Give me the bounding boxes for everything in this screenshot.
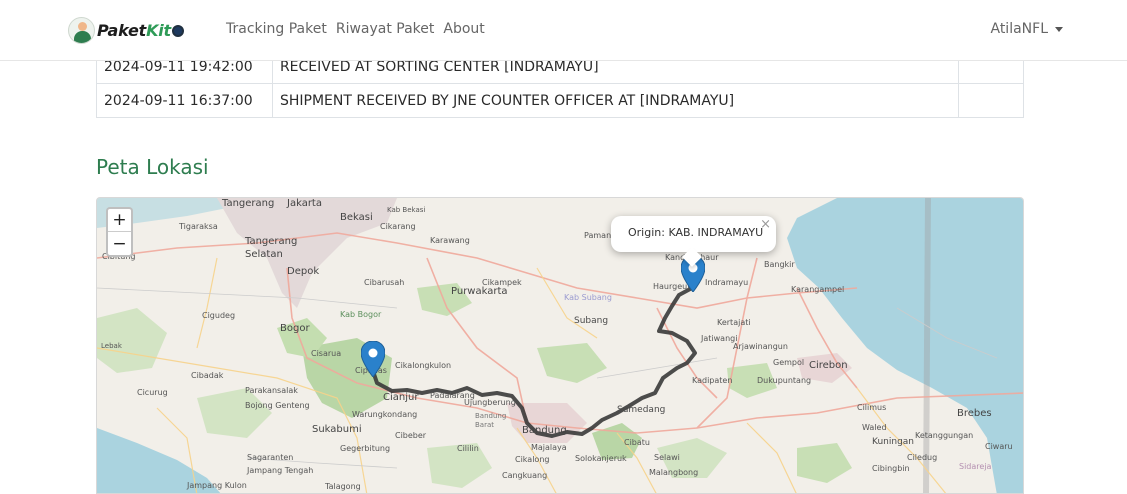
map-label: Selawi [654,453,680,462]
user-name: AtilaNFL [990,21,1048,37]
section-title-peta-lokasi: Peta Lokasi [96,155,209,179]
map-label: Jatiwangi [701,334,738,343]
map-label: Majalaya [531,443,567,452]
map-label: Brebes [957,408,992,419]
zoom-out-button[interactable]: − [108,232,131,255]
map-label: Lebak [101,342,122,350]
map-label: Cibingbin [872,464,910,473]
map-label: Kertajati [717,318,751,327]
brand-name: PaketKit [97,21,172,40]
map-label: Gempol [773,358,805,367]
map-label: Ketanggungan [915,431,974,440]
table-row: 2024-09-11 16:37:00 SHIPMENT RECEIVED BY… [96,83,1024,118]
destination-marker-icon[interactable] [361,341,385,377]
map-label: Cigudeg [202,311,236,320]
map-label: Gegerbitung [340,444,391,453]
map-label: Jampang Tengah [247,466,314,475]
map-label: Cikalong [515,455,550,464]
globe-icon [172,24,185,37]
map-label: Sumedang [617,405,666,415]
map-label: Bekasi [340,212,373,223]
nav-links: Tracking Paket Riwayat Paket About [226,21,494,37]
map-label: Ujungberung [464,398,516,407]
map-label: Subang [574,316,609,326]
map-label: Cicurug [137,388,168,397]
origin-popup: Origin: KAB. INDRAMAYU × [611,216,776,267]
map-label: Cisarua [311,349,342,358]
map-label: Tigaraksa [179,222,218,231]
location-map[interactable]: Tangerang Jakarta Bekasi Kab Bekasi Tiga… [96,197,1024,494]
map-label: Sukabumi [312,424,362,435]
nav-link-about[interactable]: About [443,21,484,37]
map-label: Waled [862,423,887,432]
map-label: Cianjur [383,392,419,403]
user-dropdown[interactable]: AtilaNFL [990,21,1063,37]
map-label: Parakansalak [245,386,298,395]
chevron-down-icon [1055,27,1063,32]
zoom-control: + − [106,207,133,257]
map-label: Cibeber [395,431,427,440]
map-label: Dukupuntang [757,376,812,385]
map-label: Bandung Barat [475,412,507,429]
map-label: Bandung [522,425,567,436]
map-label: Malangbong [649,468,699,477]
navbar: PaketKit Tracking Paket Riwayat Paket Ab… [0,0,1127,61]
map-label: Warungkondang [352,410,418,419]
row-extra [958,83,1024,118]
map-label: Kab Bogor [340,310,382,319]
map-label: Talagong [325,482,361,491]
map-label: Jampang Kulon [187,481,247,490]
nav-link-tracking-paket[interactable]: Tracking Paket [226,21,327,37]
map-label: Kab Subang [564,293,612,302]
map-label: Jakarta [287,198,322,209]
map-label: Solokanjeruk [575,454,627,463]
map-label: Cirebon [809,360,848,371]
close-icon[interactable]: × [760,217,771,232]
map-label: Ciwaru [985,442,1013,451]
map-label: Bogor [280,323,310,334]
map-label: Karawang [430,236,470,245]
map-label: Cikarang [380,222,416,231]
map-label: Cangkuang [502,471,548,480]
map-label: Depok [287,266,320,277]
map-label: Cilimus [857,403,887,412]
map-label: Kadipaten [692,376,733,385]
row-datetime: 2024-09-11 16:37:00 [96,83,273,118]
map-label: Ciledug [907,453,938,462]
map-label: Sagaranten [247,453,294,462]
row-description: SHIPMENT RECEIVED BY JNE COUNTER OFFICER… [271,83,960,118]
popup-text: Origin: KAB. INDRAMAYU [628,226,764,239]
map-label: Bojong Genteng [245,401,310,410]
nav-link-riwayat-paket[interactable]: Riwayat Paket [336,21,435,37]
map-label: Cibadak [191,371,224,380]
map-label: Cibarusah [364,278,405,287]
map-label: Tangerang [222,198,275,209]
map-label: Karangampel [791,285,845,294]
map-label: Purwakarta [451,286,508,297]
map-label: Cililin [457,444,479,453]
brand-logo-link[interactable]: PaketKit [68,17,185,44]
map-label: Sidareja [959,462,992,471]
map-label: Tangerang Selatan [245,236,298,260]
map-label: Kab Bekasi [387,206,426,214]
map-label: Kuningan [872,437,914,447]
zoom-in-button[interactable]: + [108,209,131,232]
map-label: Arjawinangun [733,342,788,351]
map-label: Cikalongkulon [395,361,452,370]
map-label: Cibatu [624,438,650,447]
brand-avatar-icon [68,17,95,44]
map-label: Bangkir [764,260,795,269]
map-label: Indramayu [705,278,749,287]
